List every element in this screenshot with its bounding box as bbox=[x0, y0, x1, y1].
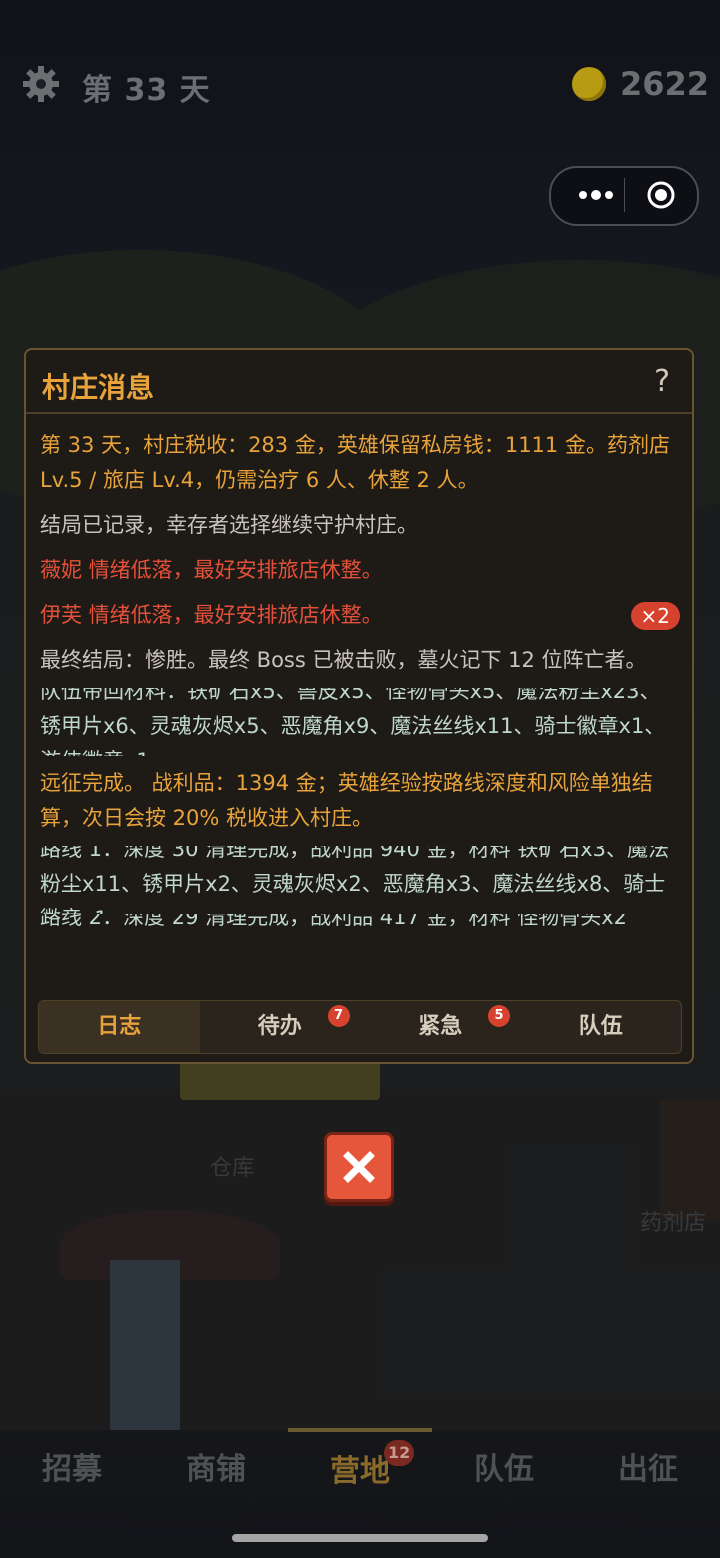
close-miniprogram-icon[interactable] bbox=[646, 180, 676, 210]
log-entry-clipped: 路线 2：深度 29 清理完成，战利品 417 金，材料 怪物骨头x2 bbox=[40, 914, 680, 932]
nav-label: 队伍 bbox=[474, 1452, 534, 1487]
nav-shop[interactable]: 商铺 bbox=[144, 1428, 288, 1516]
nav-label: 出征 bbox=[618, 1452, 678, 1487]
log-entry: 路线 1：深度 30 清理完成，战利品 940 金，材料 铁矿石x3、魔法粉尘x… bbox=[40, 846, 670, 914]
log-entry: 最终结局：惨胜。最终 Boss 已被击败，墓火记下 12 位阵亡者。 bbox=[40, 648, 647, 672]
close-button[interactable] bbox=[324, 1132, 394, 1202]
nav-recruit[interactable]: 招募 bbox=[0, 1428, 144, 1516]
gear-icon[interactable] bbox=[22, 65, 60, 103]
nav-label: 营地 bbox=[330, 1454, 390, 1489]
log-entry: 队伍带回材料：铁矿石x5、兽皮x5、怪物骨头x5、魔法粉尘x23、锈甲片x6、灵… bbox=[40, 688, 666, 756]
panel-tabs: 日志 待办 7 紧急 5 队伍 bbox=[38, 1000, 682, 1054]
repeat-badge: ×2 bbox=[630, 601, 680, 630]
coin-icon bbox=[572, 67, 606, 101]
tab-urgent[interactable]: 紧急 5 bbox=[360, 1001, 521, 1053]
camp-count-badge: 12 bbox=[384, 1440, 415, 1466]
nav-label: 商铺 bbox=[186, 1452, 246, 1487]
more-icon[interactable] bbox=[571, 182, 621, 208]
log-entry: 伊芙 情绪低落，最好安排旅店休整。 ×2 bbox=[40, 598, 680, 633]
tab-todo[interactable]: 待办 7 bbox=[200, 1001, 361, 1053]
todo-count-badge: 7 bbox=[327, 1005, 350, 1027]
bottom-navigation: 招募 商铺 营地 12 队伍 出征 bbox=[0, 1428, 720, 1516]
log-entry-clipped: 队伍带回材料：铁矿石x5、兽皮x5、怪物骨头x5、魔法粉尘x23、锈甲片x6、灵… bbox=[40, 688, 680, 756]
nav-label: 招募 bbox=[42, 1452, 102, 1487]
log-entry: 结局已记录，幸存者选择继续守护村庄。 bbox=[40, 513, 418, 537]
nav-expedition[interactable]: 出征 bbox=[576, 1428, 720, 1516]
urgent-count-badge: 5 bbox=[488, 1005, 510, 1027]
miniprogram-capsule bbox=[549, 166, 699, 226]
village-news-panel: 村庄消息 ? 第 33 天，村庄税收：283 金，英雄保留私房钱：1111 金。… bbox=[24, 348, 694, 1064]
tab-label: 待办 bbox=[257, 1014, 302, 1039]
panel-title: 村庄消息 bbox=[42, 371, 155, 404]
tab-label: 日志 bbox=[97, 1014, 142, 1039]
tab-team[interactable]: 队伍 bbox=[521, 1001, 682, 1053]
log-entry: 薇妮 情绪低落，最好安排旅店休整。 bbox=[40, 558, 383, 582]
nav-camp[interactable]: 营地 12 bbox=[288, 1428, 432, 1516]
tab-log[interactable]: 日志 bbox=[39, 1001, 200, 1053]
tab-label: 队伍 bbox=[578, 1014, 623, 1039]
gold-amount: 2622 bbox=[620, 65, 710, 103]
close-icon bbox=[343, 1151, 375, 1183]
tab-label: 紧急 bbox=[418, 1014, 463, 1039]
day-counter: 第 33 天 bbox=[82, 73, 211, 108]
top-status-bar: 第 33 天 2622 bbox=[0, 55, 720, 115]
log-entry-clipped: 路线 1：深度 30 清理完成，战利品 940 金，材料 铁矿石x3、魔法粉尘x… bbox=[40, 846, 680, 914]
home-indicator[interactable] bbox=[232, 1534, 488, 1542]
log-entry-text: 伊芙 情绪低落，最好安排旅店休整。 bbox=[40, 603, 383, 627]
nav-team[interactable]: 队伍 bbox=[432, 1428, 576, 1516]
capsule-divider bbox=[624, 178, 625, 212]
log-entry: 第 33 天，村庄税收：283 金，英雄保留私房钱：1111 金。药剂店 Lv.… bbox=[40, 433, 670, 492]
message-log[interactable]: 第 33 天，村庄税收：283 金，英雄保留私房钱：1111 金。药剂店 Lv.… bbox=[40, 428, 680, 988]
help-icon[interactable]: ? bbox=[654, 364, 670, 399]
log-entry: 路线 2：深度 29 清理完成，战利品 417 金，材料 怪物骨头x2 bbox=[40, 914, 628, 929]
divider bbox=[26, 412, 692, 414]
log-entry: 远征完成。 战利品：1394 金；英雄经验按路线深度和风险单独结算，次日会按 2… bbox=[40, 771, 653, 830]
